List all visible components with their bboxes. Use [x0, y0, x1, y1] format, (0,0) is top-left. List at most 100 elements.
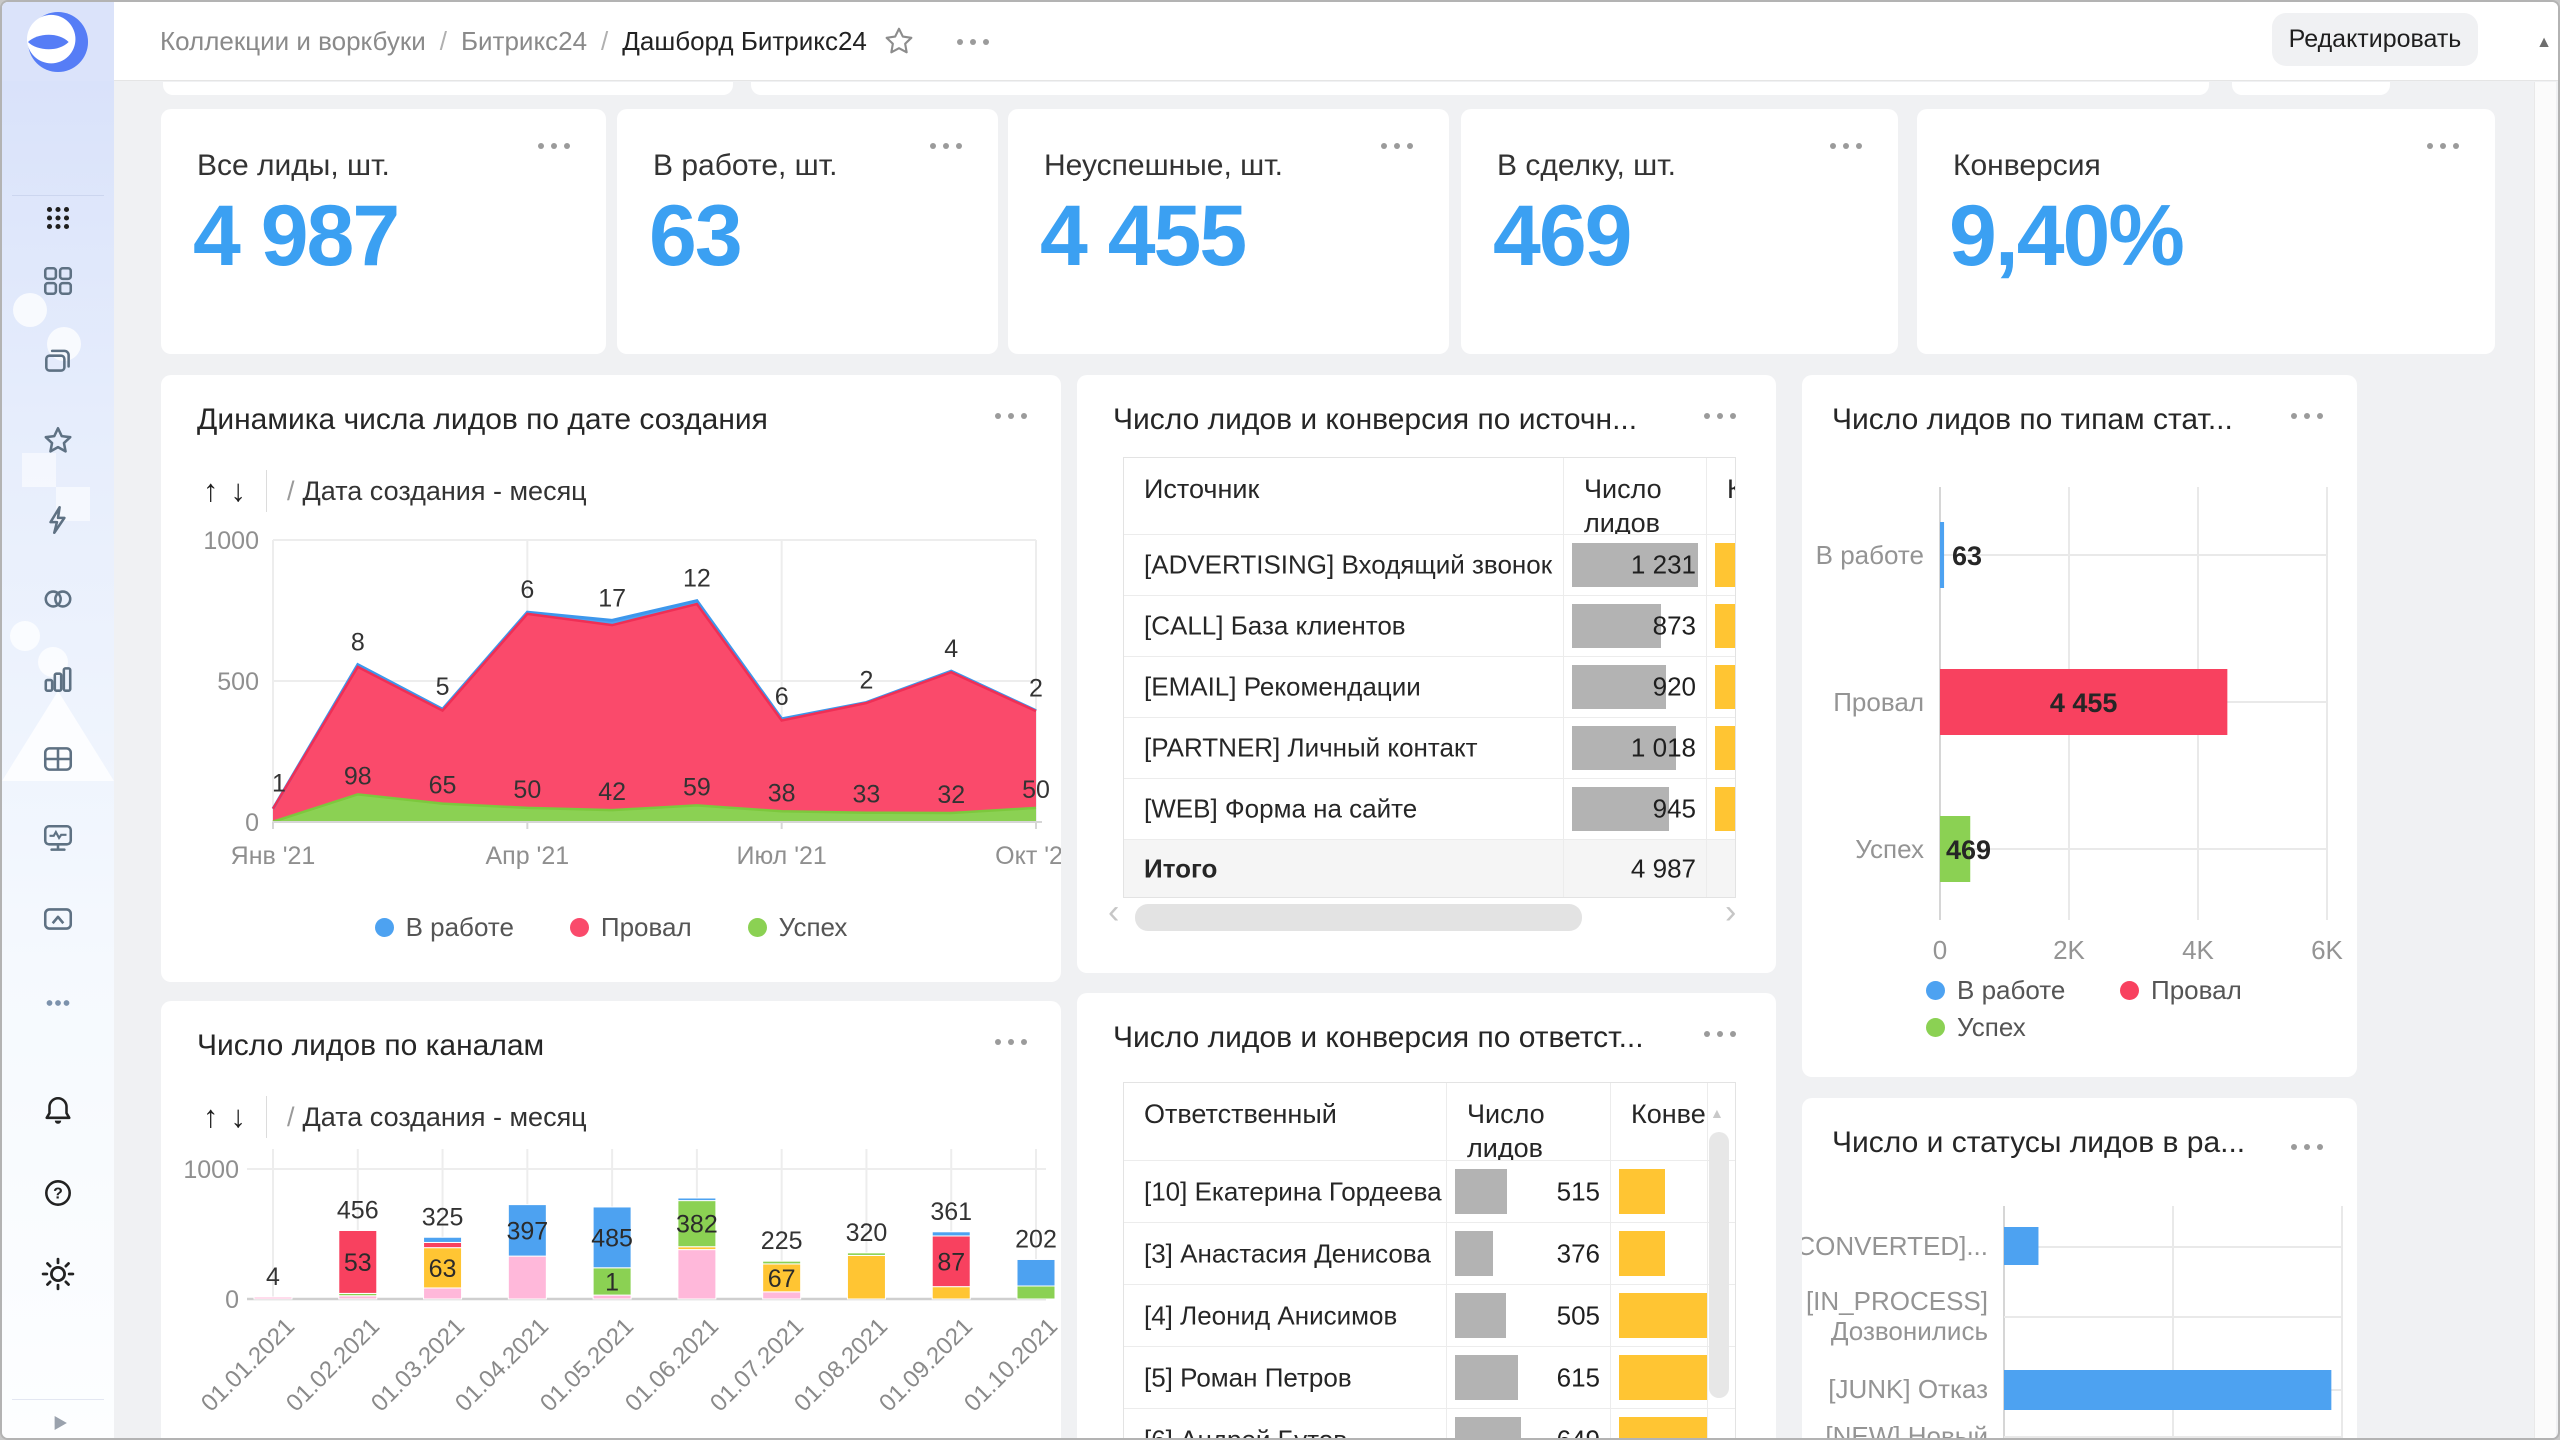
bar-segment[interactable]: [847, 1255, 885, 1299]
legend-item[interactable]: В работе: [375, 912, 514, 943]
bar-segment[interactable]: [932, 1287, 970, 1299]
breadcrumb-item[interactable]: Битрикс24: [461, 26, 587, 57]
table-row[interactable]: [CALL] База клиентов873: [1124, 596, 1735, 657]
bar[interactable]: [1940, 522, 1944, 588]
sidebar-item-navigation[interactable]: [41, 264, 75, 298]
svg-text:Успех: Успех: [1855, 834, 1924, 864]
sidebar-item-charts[interactable]: [41, 662, 75, 696]
datalens-logo[interactable]: [2, 2, 114, 81]
sidebar-item-dashboards[interactable]: [41, 822, 75, 856]
bar-segment[interactable]: [1017, 1286, 1055, 1299]
settings-gear-icon[interactable]: [41, 1257, 75, 1291]
sidebar-item-collections[interactable]: [41, 344, 75, 378]
horizontal-scrollbar[interactable]: [1135, 904, 1582, 931]
legend-item[interactable]: Провал: [2120, 975, 2242, 1006]
legend-item[interactable]: Успех: [1926, 1012, 2026, 1043]
bar-segment[interactable]: [424, 1242, 462, 1247]
bar-segment[interactable]: [424, 1288, 462, 1299]
table-total-row[interactable]: Итого4 987: [1124, 840, 1735, 898]
bar-segment[interactable]: [763, 1292, 801, 1299]
sidebar-item-favorites[interactable]: [41, 424, 75, 458]
card-menu-icon[interactable]: [930, 143, 962, 149]
bar-segment[interactable]: [1017, 1259, 1055, 1286]
column-header[interactable]: Число лидов: [1447, 1083, 1611, 1160]
bar[interactable]: [2004, 1227, 2038, 1265]
svg-text:6K: 6K: [2311, 935, 2343, 965]
card-menu-icon[interactable]: [1704, 413, 1736, 419]
leads-value: 1 231: [1631, 550, 1696, 581]
bar[interactable]: [2004, 1370, 2331, 1410]
table-row[interactable]: [PARTNER] Личный контакт1 018: [1124, 718, 1735, 779]
card-menu-icon[interactable]: [2427, 143, 2459, 149]
app-header: Коллекции и воркбуки/Битрикс24/Дашборд Б…: [2, 2, 2560, 81]
breadcrumb-more-icon[interactable]: [957, 39, 989, 45]
bar-segment[interactable]: [847, 1253, 885, 1256]
table-row[interactable]: [WEB] Форма на сайте945: [1124, 779, 1735, 840]
legend-label: В работе: [406, 912, 514, 943]
legend-item[interactable]: Провал: [570, 912, 692, 943]
column-header[interactable]: Конверсия: [1707, 458, 1736, 534]
svg-text:33: 33: [853, 781, 881, 809]
legend-label: Успех: [779, 912, 848, 943]
help-icon[interactable]: ?: [41, 1176, 75, 1210]
bar-segment[interactable]: [254, 1297, 292, 1299]
source-name: [EMAIL] Рекомендации: [1144, 672, 1421, 703]
scroll-up-icon[interactable]: ▲: [2536, 34, 2552, 52]
leads-value: 615: [1557, 1362, 1600, 1393]
column-header[interactable]: Число лидов: [1564, 458, 1707, 534]
card-menu-icon[interactable]: [1381, 143, 1413, 149]
svg-text:320: 320: [846, 1219, 888, 1247]
card-menu-icon[interactable]: [1704, 1031, 1736, 1037]
table-row[interactable]: [ADVERTISING] Входящий звонок 1 231: [1124, 535, 1735, 596]
sidebar-item-tables[interactable]: [41, 742, 75, 776]
table-cell: [WEB] Форма на сайте: [1124, 779, 1564, 839]
favorite-star-icon[interactable]: [882, 24, 918, 60]
bar-segment[interactable]: [508, 1256, 546, 1299]
column-header[interactable]: Ответственный: [1124, 1083, 1447, 1160]
kpi-value: 9,40%: [1949, 187, 2183, 286]
sidebar-item-storage[interactable]: [41, 902, 75, 936]
vertical-scrollbar[interactable]: [1709, 1132, 1729, 1398]
table-cell: 1 018: [1564, 718, 1707, 778]
sidebar-more-icon[interactable]: [41, 986, 75, 1020]
breadcrumb-item[interactable]: Коллекции и воркбуки: [160, 26, 426, 57]
sources-table: ИсточникЧисло лидовКонверсия[ADVERTISING…: [1123, 457, 1736, 898]
table-row[interactable]: [6] Андрей Бутов649: [1124, 1409, 1735, 1440]
bar-segment[interactable]: [932, 1232, 970, 1236]
table-row[interactable]: [4] Леонид Анисимов505: [1124, 1285, 1735, 1347]
column-header[interactable]: Источник: [1124, 458, 1564, 534]
svg-text:5: 5: [436, 673, 450, 701]
sidebar-item-connections[interactable]: [41, 503, 75, 537]
table-row[interactable]: [3] Анастасия Денисова376: [1124, 1223, 1735, 1285]
legend-item[interactable]: Успех: [748, 912, 848, 943]
scroll-left-icon[interactable]: ‹: [1108, 895, 1119, 929]
bar-segment[interactable]: [678, 1198, 716, 1201]
svg-text:65: 65: [429, 772, 457, 800]
table-header-row[interactable]: ИсточникЧисло лидовКонверсия: [1124, 458, 1735, 535]
leads-bar: [1572, 604, 1661, 648]
column-header[interactable]: Конверсия: [1611, 1083, 1708, 1160]
bar-segment[interactable]: [678, 1250, 716, 1299]
scroll-up-icon[interactable]: ▲: [1710, 1105, 1724, 1121]
svg-text:32: 32: [937, 781, 965, 809]
table-row[interactable]: [5] Роман Петров615: [1124, 1347, 1735, 1409]
sidebar-item-datasets[interactable]: [41, 582, 75, 616]
sidebar-expand-icon[interactable]: [45, 1409, 79, 1440]
scroll-right-icon[interactable]: ›: [1725, 895, 1736, 929]
apps-menu-icon[interactable]: [41, 201, 75, 235]
edit-button[interactable]: Редактировать: [2272, 13, 2478, 66]
breadcrumb-item[interactable]: Дашборд Битрикс24: [622, 26, 867, 57]
table-row[interactable]: [EMAIL] Рекомендации920: [1124, 657, 1735, 718]
bar-segment[interactable]: [424, 1237, 462, 1242]
card-menu-icon[interactable]: [1830, 143, 1862, 149]
legend-item[interactable]: В работе: [1926, 975, 2065, 1006]
bar-segment[interactable]: [763, 1261, 801, 1264]
table-row[interactable]: [10] Екатерина Гордеева515: [1124, 1161, 1735, 1223]
svg-text:98: 98: [344, 762, 372, 790]
table-cell: [3] Анастасия Денисова: [1124, 1223, 1447, 1284]
card-menu-icon[interactable]: [538, 143, 570, 149]
table-header-row[interactable]: ОтветственныйЧисло лидовКонверсия: [1124, 1083, 1735, 1161]
page-scrollbar[interactable]: [2534, 82, 2556, 1438]
notifications-bell-icon[interactable]: [41, 1094, 75, 1128]
table-cell: [ADVERTISING] Входящий звонок: [1124, 535, 1564, 595]
